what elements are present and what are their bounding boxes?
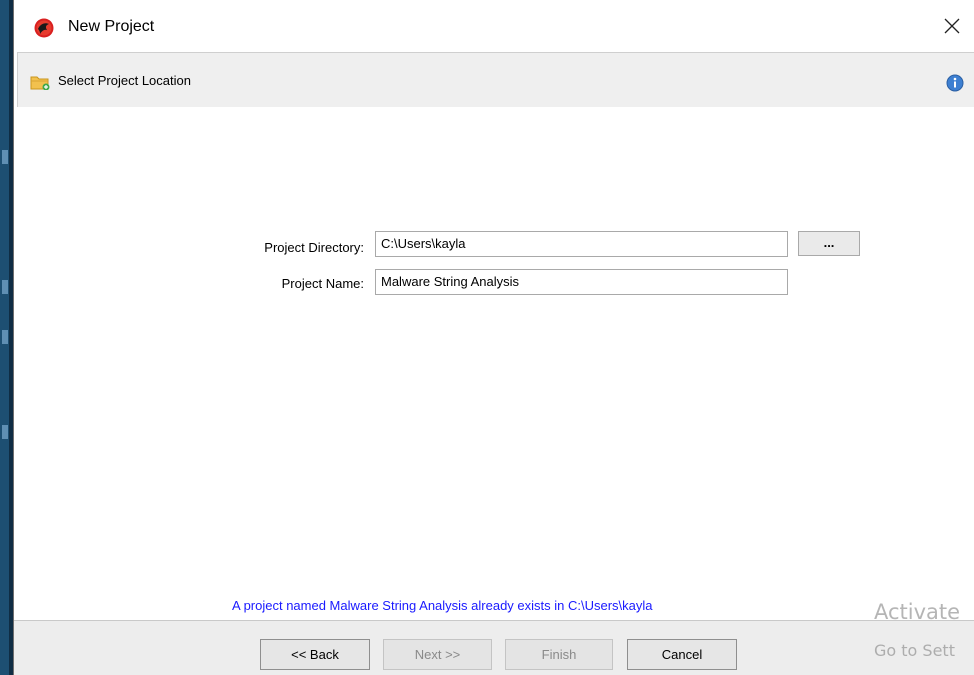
ghidra-logo-icon xyxy=(34,18,54,38)
desktop-background-strip xyxy=(0,0,13,675)
desktop-fragment xyxy=(2,330,8,344)
close-icon xyxy=(944,18,960,34)
desktop-fragment xyxy=(2,280,8,294)
next-button[interactable]: Next >> xyxy=(383,639,492,670)
screen: New Project Select Project Location Proj… xyxy=(0,0,974,675)
close-button[interactable] xyxy=(930,8,974,44)
new-project-dialog: New Project Select Project Location Proj… xyxy=(13,0,974,675)
wizard-step-title: Select Project Location xyxy=(58,73,191,88)
desktop-fragment xyxy=(2,425,8,439)
project-name-field[interactable]: Malware String Analysis xyxy=(375,269,788,295)
button-bar: << Back Next >> Finish Cancel xyxy=(14,620,974,675)
cancel-button[interactable]: Cancel xyxy=(627,639,737,670)
project-name-label: Project Name: xyxy=(281,276,364,291)
wizard-step-header: Select Project Location xyxy=(17,52,974,108)
activation-watermark-subtitle: Go to Sett xyxy=(874,641,955,660)
status-message-text: A project named Malware String Analysis … xyxy=(232,598,653,613)
project-directory-field[interactable]: C:\Users\kayla xyxy=(375,231,788,257)
browse-button[interactable]: ... xyxy=(798,231,860,256)
activation-watermark-title: Activate xyxy=(874,600,961,624)
desktop-fragment xyxy=(2,150,8,164)
finish-button[interactable]: Finish xyxy=(505,639,613,670)
project-directory-label: Project Directory: xyxy=(264,240,364,255)
window-title: New Project xyxy=(68,18,155,35)
folder-add-icon xyxy=(30,76,50,90)
title-bar[interactable]: New Project xyxy=(14,0,974,50)
back-button[interactable]: << Back xyxy=(260,639,370,670)
form-area: Project Directory: C:\Users\kayla ... Pr… xyxy=(14,107,974,619)
info-icon[interactable] xyxy=(946,74,964,92)
